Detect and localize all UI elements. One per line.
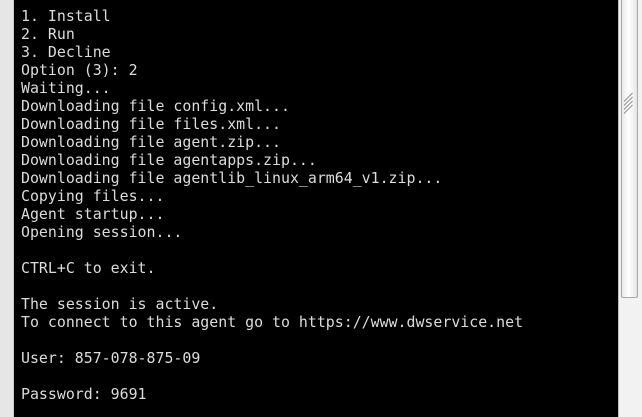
terminal-line: 1. Install bbox=[21, 7, 111, 25]
terminal-line: Option (3): 2 bbox=[21, 61, 138, 79]
terminal-line: Downloading file agentapps.zip... bbox=[21, 151, 317, 169]
terminal-line: Downloading file files.xml... bbox=[21, 115, 281, 133]
terminal-line: 2. Run bbox=[21, 25, 75, 43]
terminal-line: To connect to this agent go to https://w… bbox=[21, 313, 524, 331]
terminal-line: 3. Decline bbox=[21, 43, 111, 61]
terminal-line: Agent startup... bbox=[21, 205, 165, 223]
terminal-line: Password: 9691 bbox=[21, 385, 147, 403]
terminal-line: Copying files... bbox=[21, 187, 165, 205]
terminal-lines: 1. Install 2. Run 3. Decline Option (3):… bbox=[21, 7, 523, 403]
terminal-output[interactable]: 1. Install 2. Run 3. Decline Option (3):… bbox=[14, 0, 618, 417]
terminal-line: CTRL+C to exit. bbox=[21, 259, 156, 277]
vertical-scrollbar[interactable] bbox=[618, 0, 642, 417]
terminal-line: Downloading file config.xml... bbox=[21, 97, 290, 115]
terminal-window: 1. Install 2. Run 3. Decline Option (3):… bbox=[0, 0, 642, 417]
terminal-line: Downloading file agentlib_linux_arm64_v1… bbox=[21, 169, 443, 187]
terminal-line: The session is active. bbox=[21, 295, 219, 313]
terminal-line: User: 857-078-875-09 bbox=[21, 349, 201, 367]
grip-icon bbox=[623, 92, 636, 114]
scrollbar-thumb[interactable] bbox=[621, 0, 638, 298]
window-left-edge bbox=[0, 0, 14, 417]
terminal-line: Downloading file agent.zip... bbox=[21, 133, 281, 151]
terminal-line: Opening session... bbox=[21, 223, 183, 241]
terminal-line: Waiting... bbox=[21, 79, 111, 97]
